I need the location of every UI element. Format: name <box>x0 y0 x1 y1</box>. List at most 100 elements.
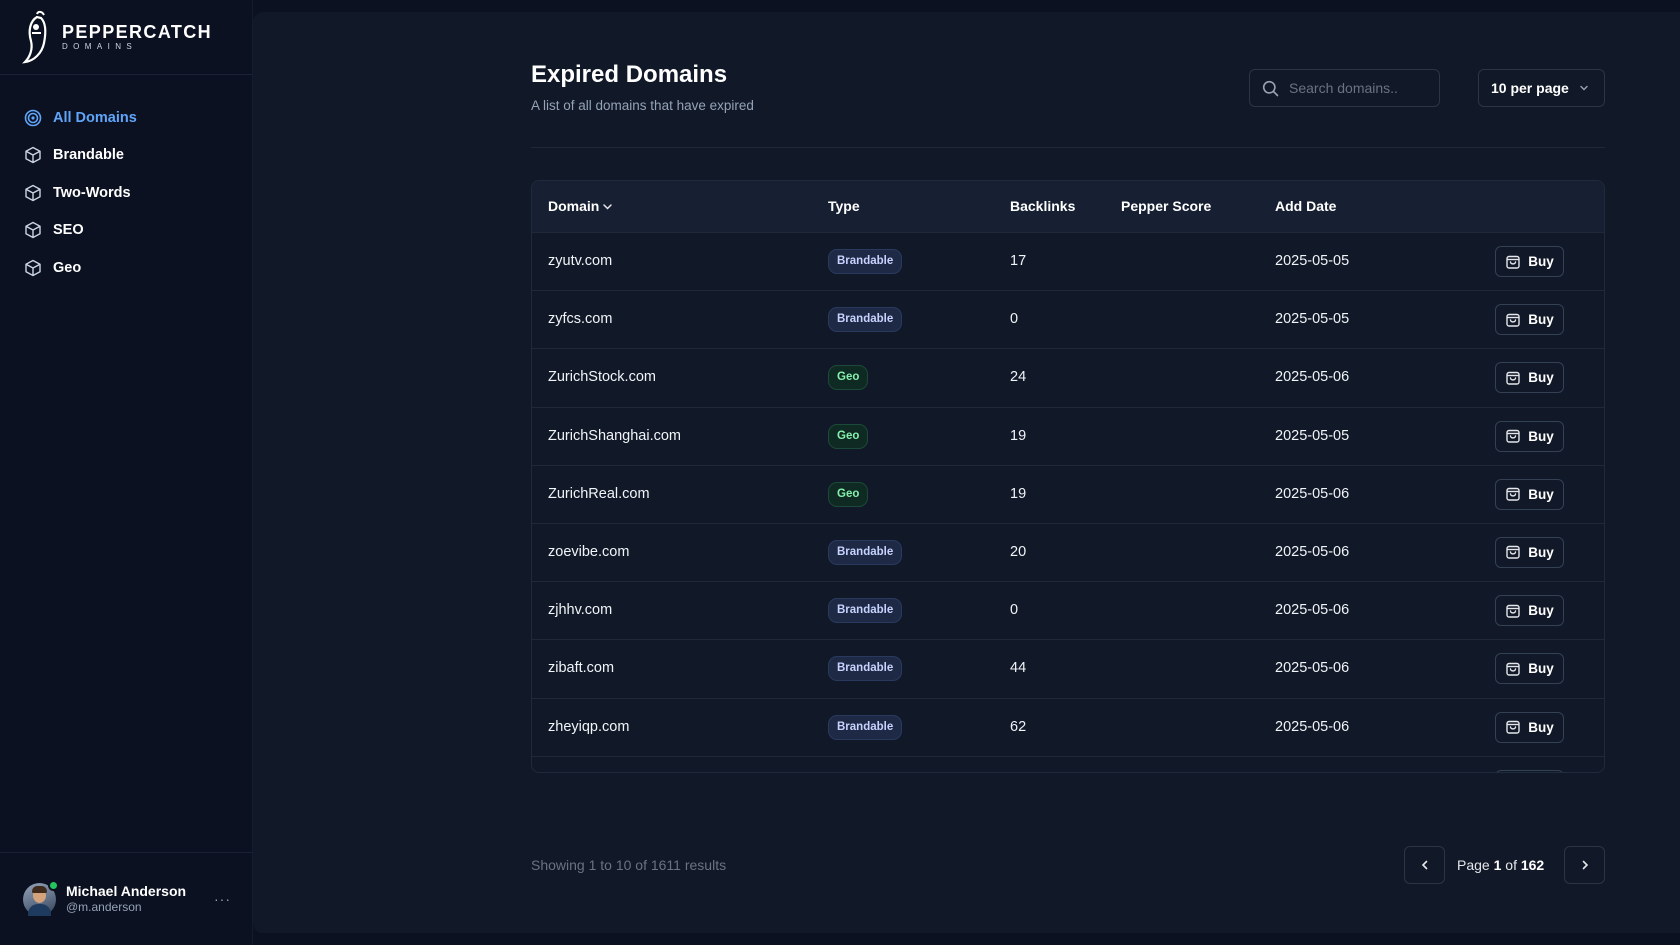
chevron-right-icon <box>1582 860 1588 870</box>
backlinks-value: 19 <box>1010 485 1027 502</box>
buy-label: Buy <box>1528 486 1554 502</box>
cube-icon <box>24 146 42 164</box>
search-input[interactable] <box>1289 80 1439 96</box>
buy-button[interactable]: Buy <box>1495 420 1564 452</box>
cube-icon <box>24 259 42 277</box>
domain-name[interactable]: ZurichReal.com <box>548 486 650 502</box>
shopping-bag-icon <box>1505 254 1521 270</box>
add-date-value: 2025-05-06 <box>1275 485 1350 502</box>
per-page-value: 10 per page <box>1491 80 1569 96</box>
shopping-bag-icon <box>1505 603 1521 619</box>
domain-name[interactable]: ZurichStock.com <box>548 369 656 385</box>
cube-icon <box>24 184 42 202</box>
type-badge: Brandable <box>828 539 903 565</box>
type-cell: Geo <box>828 481 869 507</box>
domain-name[interactable]: zyfcs.com <box>548 311 612 327</box>
buy-label: Buy <box>1528 719 1554 735</box>
type-badge: Brandable <box>828 249 903 274</box>
table-row: zoevibe.com Brandable 20 2025-05-06 Buy <box>532 522 1604 581</box>
type-cell: Brandable <box>828 539 903 565</box>
chevron-down-icon <box>1579 83 1589 93</box>
more-options-icon[interactable]: ··· <box>214 891 231 907</box>
sidebar-item-seo[interactable]: SEO <box>0 212 252 250</box>
previous-page-button[interactable] <box>1404 846 1445 884</box>
target-icon <box>24 109 42 127</box>
buy-label: Buy <box>1528 544 1554 560</box>
sidebar-item-two-words[interactable]: Two-Words <box>0 174 252 212</box>
brand[interactable]: PEPPERCATCH DOMAINS <box>0 0 252 75</box>
buy-label: Buy <box>1528 370 1554 386</box>
buy-label: Buy <box>1528 603 1554 619</box>
domains-table: Domain Type Backlinks Pepper Score Add D… <box>531 180 1605 773</box>
backlinks-value: 24 <box>1010 369 1027 386</box>
backlinks-value: 0 <box>1010 602 1019 619</box>
table-row: zheyiqp.com Brandable 62 2025-05-06 Buy <box>532 697 1604 756</box>
type-badge: Brandable <box>828 656 903 682</box>
online-status-icon <box>48 879 59 891</box>
domain-name[interactable]: zjhhv.com <box>548 602 612 618</box>
type-cell: Brandable <box>828 249 903 274</box>
type-badge: Brandable <box>828 714 903 740</box>
search-box[interactable] <box>1249 69 1440 107</box>
domain-name[interactable]: zoevibe.com <box>548 544 629 560</box>
shopping-bag-icon <box>1505 544 1521 560</box>
buy-button[interactable]: Buy <box>1495 711 1564 743</box>
add-date-value: 2025-05-06 <box>1275 718 1350 735</box>
buy-label: Buy <box>1528 254 1554 269</box>
page-of: of <box>1505 857 1517 873</box>
next-page-button[interactable] <box>1564 846 1605 884</box>
buy-button[interactable]: Buy <box>1495 478 1564 510</box>
add-date-value: 2025-05-05 <box>1275 311 1350 328</box>
buy-label: Buy <box>1528 428 1554 444</box>
results-summary: Showing 1 to 10 of 1611 results <box>531 857 727 873</box>
type-cell: Brandable <box>828 714 903 740</box>
per-page-select[interactable]: 10 per page <box>1478 69 1605 107</box>
search-icon <box>1262 80 1279 96</box>
sort-domain-header[interactable]: Domain <box>548 198 613 214</box>
sidebar-nav: All Domains Brandable Two-Words SEO Geo <box>0 99 252 287</box>
pepper-logo-icon <box>22 10 47 64</box>
type-cell: Brandable <box>828 307 903 333</box>
buy-button[interactable]: Buy <box>1495 769 1564 772</box>
sidebar-item-geo[interactable]: Geo <box>0 249 252 287</box>
table-row: ZurichShanghai.com Geo 19 2025-05-05 Buy <box>532 406 1604 465</box>
sidebar-item-brandable[interactable]: Brandable <box>0 137 252 175</box>
type-badge: Geo <box>828 423 869 449</box>
header-type: Type <box>828 198 860 214</box>
table-row: zyutv.com Brandable 17 2025-05-05 Buy <box>532 232 1604 290</box>
backlinks-value: 44 <box>1010 660 1027 677</box>
header-domain: Domain <box>548 198 600 214</box>
page-subtitle: A list of all domains that have expired <box>531 98 754 113</box>
sidebar-item-all-domains[interactable]: All Domains <box>0 99 252 137</box>
shopping-bag-icon <box>1505 312 1521 328</box>
user-profile[interactable]: Michael Anderson @m.anderson ··· <box>0 852 253 945</box>
buy-button[interactable]: Buy <box>1495 246 1564 277</box>
domain-name[interactable]: zheyiqp.com <box>548 719 629 735</box>
domain-name[interactable]: zyutv.com <box>548 253 612 269</box>
buy-label: Buy <box>1528 661 1554 677</box>
cube-icon <box>24 221 42 239</box>
backlinks-value: 17 <box>1010 253 1027 269</box>
shopping-bag-icon <box>1505 486 1521 502</box>
domain-name[interactable]: zibaft.com <box>548 660 614 676</box>
sidebar-item-label: SEO <box>53 222 84 239</box>
table-row: zjhhv.com Brandable 0 2025-05-06 Buy <box>532 581 1604 639</box>
table-row: zibaft.com Brandable 44 2025-05-06 Buy <box>532 639 1604 697</box>
sidebar: PEPPERCATCH DOMAINS All Domains Brandabl… <box>0 0 253 945</box>
buy-button[interactable]: Buy <box>1495 536 1564 568</box>
domain-name[interactable]: ZurichShanghai.com <box>548 428 681 444</box>
shopping-bag-icon <box>1505 370 1521 386</box>
buy-button[interactable]: Buy <box>1495 362 1564 394</box>
page-title: Expired Domains <box>531 61 728 88</box>
buy-button[interactable]: Buy <box>1495 595 1564 627</box>
add-date-value: 2025-05-06 <box>1275 660 1350 677</box>
page-prefix: Page <box>1457 857 1490 873</box>
type-cell: Geo <box>828 365 869 391</box>
buy-label: Buy <box>1528 312 1554 328</box>
buy-button[interactable]: Buy <box>1495 653 1564 685</box>
buy-button[interactable]: Buy <box>1495 304 1564 336</box>
brand-name: PEPPERCATCH <box>62 22 213 42</box>
header-backlinks: Backlinks <box>1010 198 1076 214</box>
add-date-value: 2025-05-06 <box>1275 369 1350 386</box>
page-current: 1 <box>1493 857 1502 873</box>
